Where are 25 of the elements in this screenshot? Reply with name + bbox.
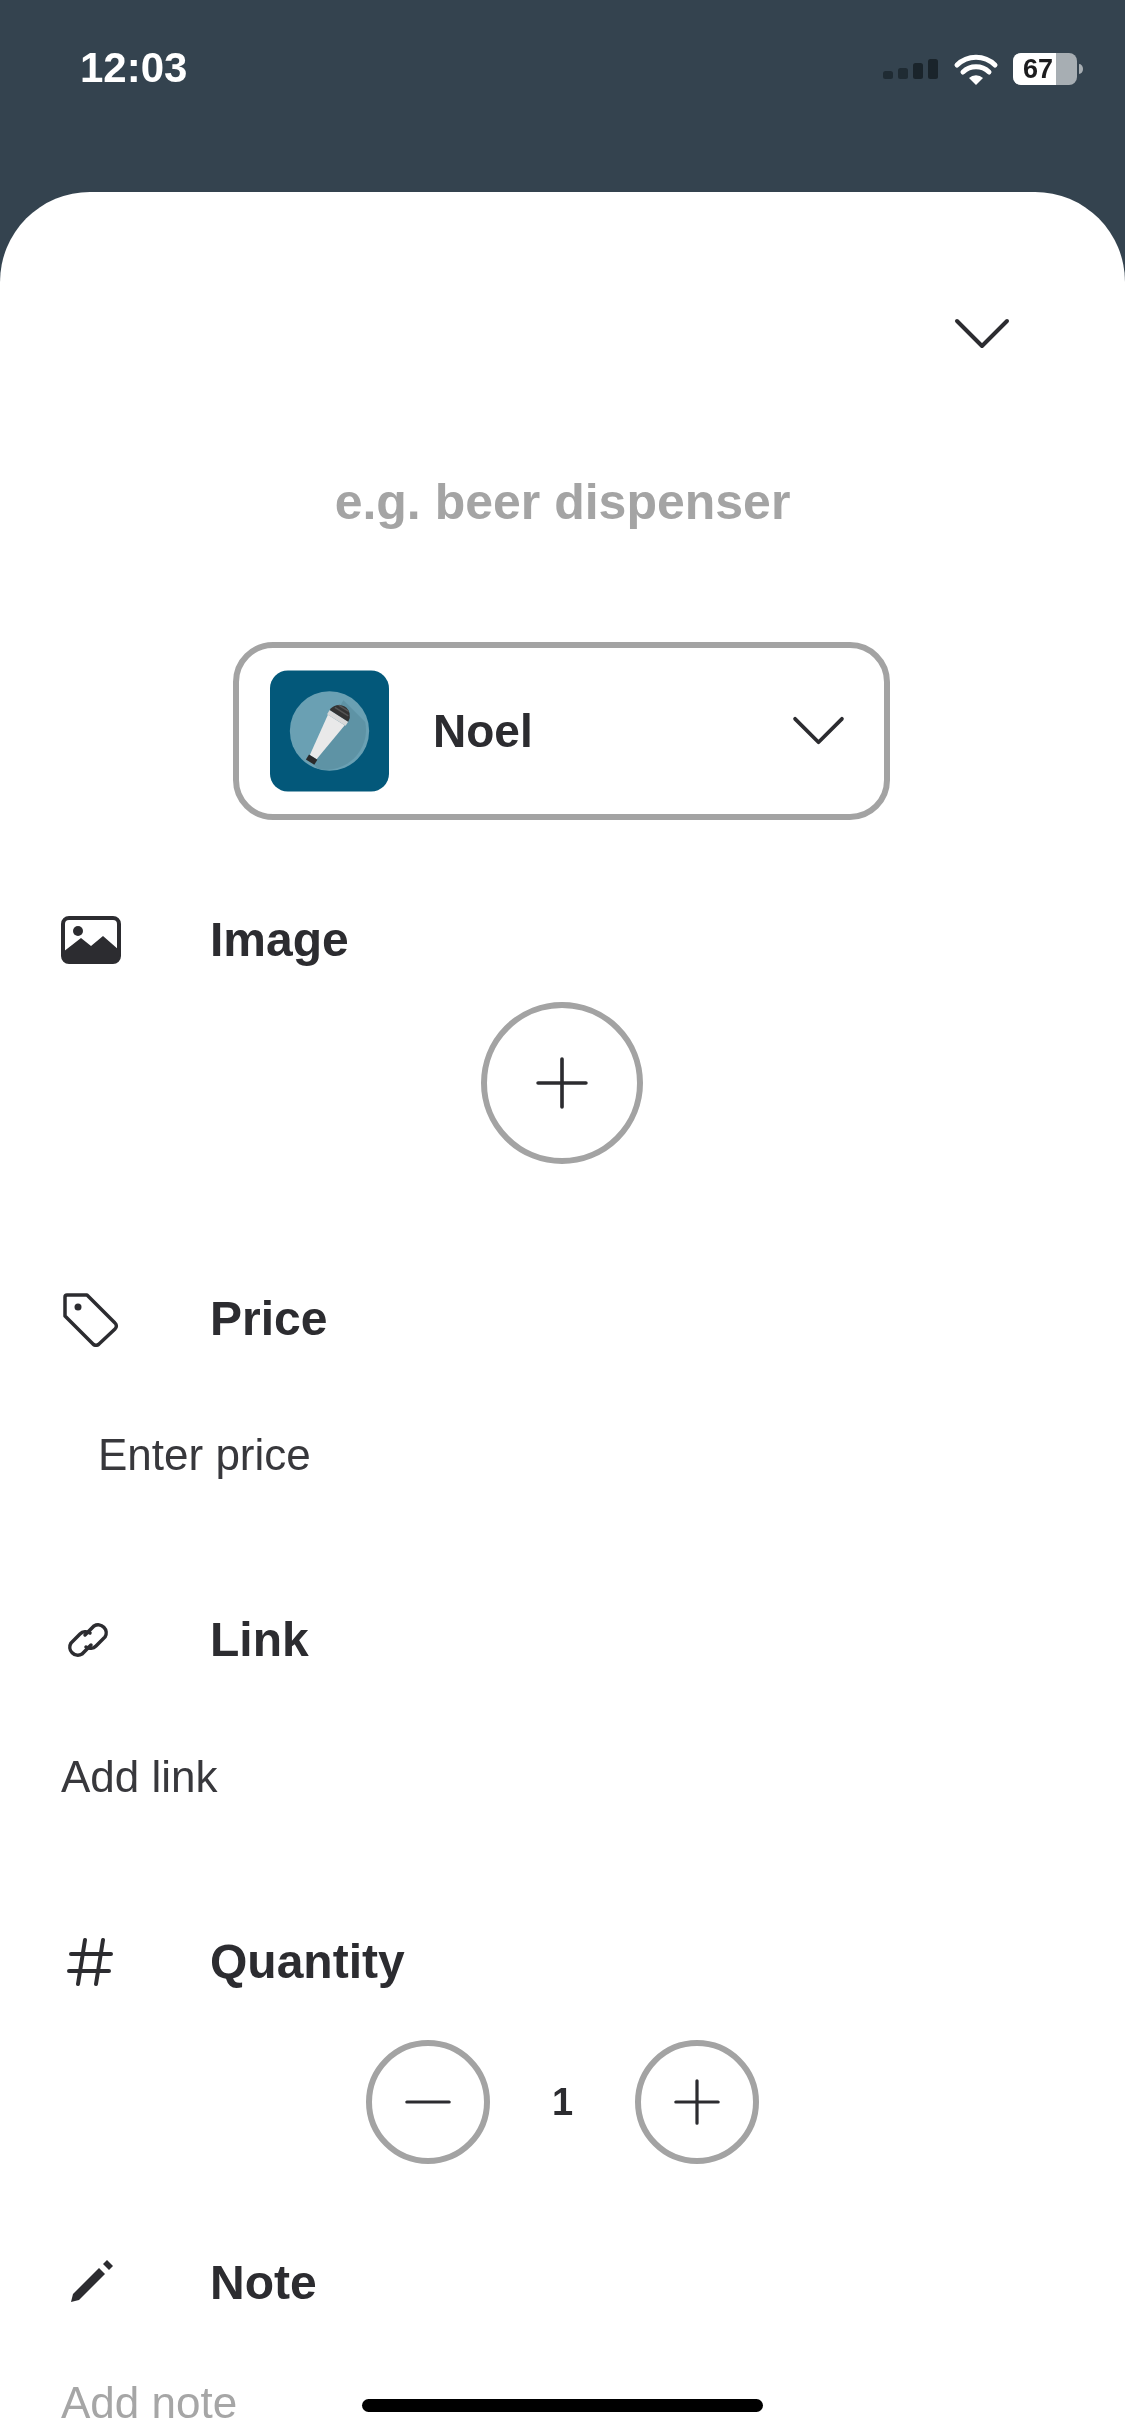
section-heading: Price bbox=[210, 1291, 328, 1347]
wifi-icon bbox=[953, 52, 999, 86]
microphone-icon bbox=[270, 670, 389, 792]
list-picker[interactable]: Noel bbox=[233, 642, 890, 820]
tag-icon bbox=[61, 1291, 119, 1347]
plus-icon bbox=[536, 1057, 588, 1109]
clock-time: 12:03 bbox=[80, 44, 188, 92]
quantity-value: 1 bbox=[551, 2080, 574, 2124]
image-icon bbox=[61, 916, 121, 964]
section-heading: Link bbox=[210, 1612, 309, 1668]
minus-icon bbox=[404, 2100, 451, 2104]
price-field[interactable]: Enter price bbox=[98, 1425, 518, 1485]
signal-icon bbox=[883, 59, 939, 79]
chevron-down-icon bbox=[954, 317, 1010, 351]
battery-icon bbox=[1013, 53, 1083, 85]
title-field[interactable]: e.g. beer dispenser bbox=[0, 462, 1125, 542]
plus-icon bbox=[674, 2079, 721, 2125]
link-field[interactable]: Add link bbox=[61, 1747, 481, 1807]
chevron-down-icon bbox=[792, 716, 845, 746]
section-heading: Quantity bbox=[210, 1934, 405, 1990]
battery-percentage: 67 bbox=[1023, 54, 1054, 84]
hash-icon bbox=[67, 1938, 113, 1986]
section-heading: Image bbox=[210, 912, 349, 968]
note-field[interactable]: Add note bbox=[61, 2373, 481, 2433]
section-heading: Note bbox=[210, 2255, 317, 2311]
